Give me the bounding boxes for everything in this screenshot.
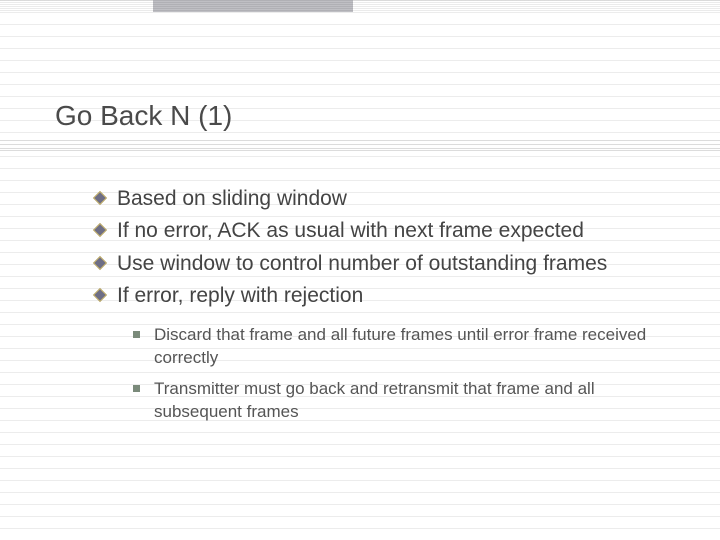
bullet-item: If error, reply with rejection [95,282,685,310]
bullet-text: If no error, ACK as usual with next fram… [117,217,584,245]
sub-bullet-text: Discard that frame and all future frames… [154,324,685,370]
bullet-item: If no error, ACK as usual with next fram… [95,217,685,245]
square-bullet-icon [133,331,140,338]
sub-bullet-item: Transmitter must go back and retransmit … [133,378,685,424]
bullet-item: Use window to control number of outstand… [95,250,685,278]
slide: Go Back N (1) Based on sliding window If… [0,0,720,540]
top-accent-bar [153,0,353,12]
slide-title: Go Back N (1) [55,100,232,132]
diamond-bullet-icon [93,288,107,302]
diamond-bullet-icon [93,256,107,270]
bullet-item: Based on sliding window [95,185,685,213]
sub-bullet-item: Discard that frame and all future frames… [133,324,685,370]
diamond-bullet-icon [93,191,107,205]
top-ruled-strip [0,0,720,12]
sub-bullet-list: Discard that frame and all future frames… [133,324,685,424]
bullet-text: Use window to control number of outstand… [117,250,607,278]
content-area: Based on sliding window If no error, ACK… [95,185,685,432]
diamond-bullet-icon [93,223,107,237]
bullet-text: Based on sliding window [117,185,347,213]
sub-bullet-text: Transmitter must go back and retransmit … [154,378,685,424]
bullet-text: If error, reply with rejection [117,282,363,310]
square-bullet-icon [133,385,140,392]
